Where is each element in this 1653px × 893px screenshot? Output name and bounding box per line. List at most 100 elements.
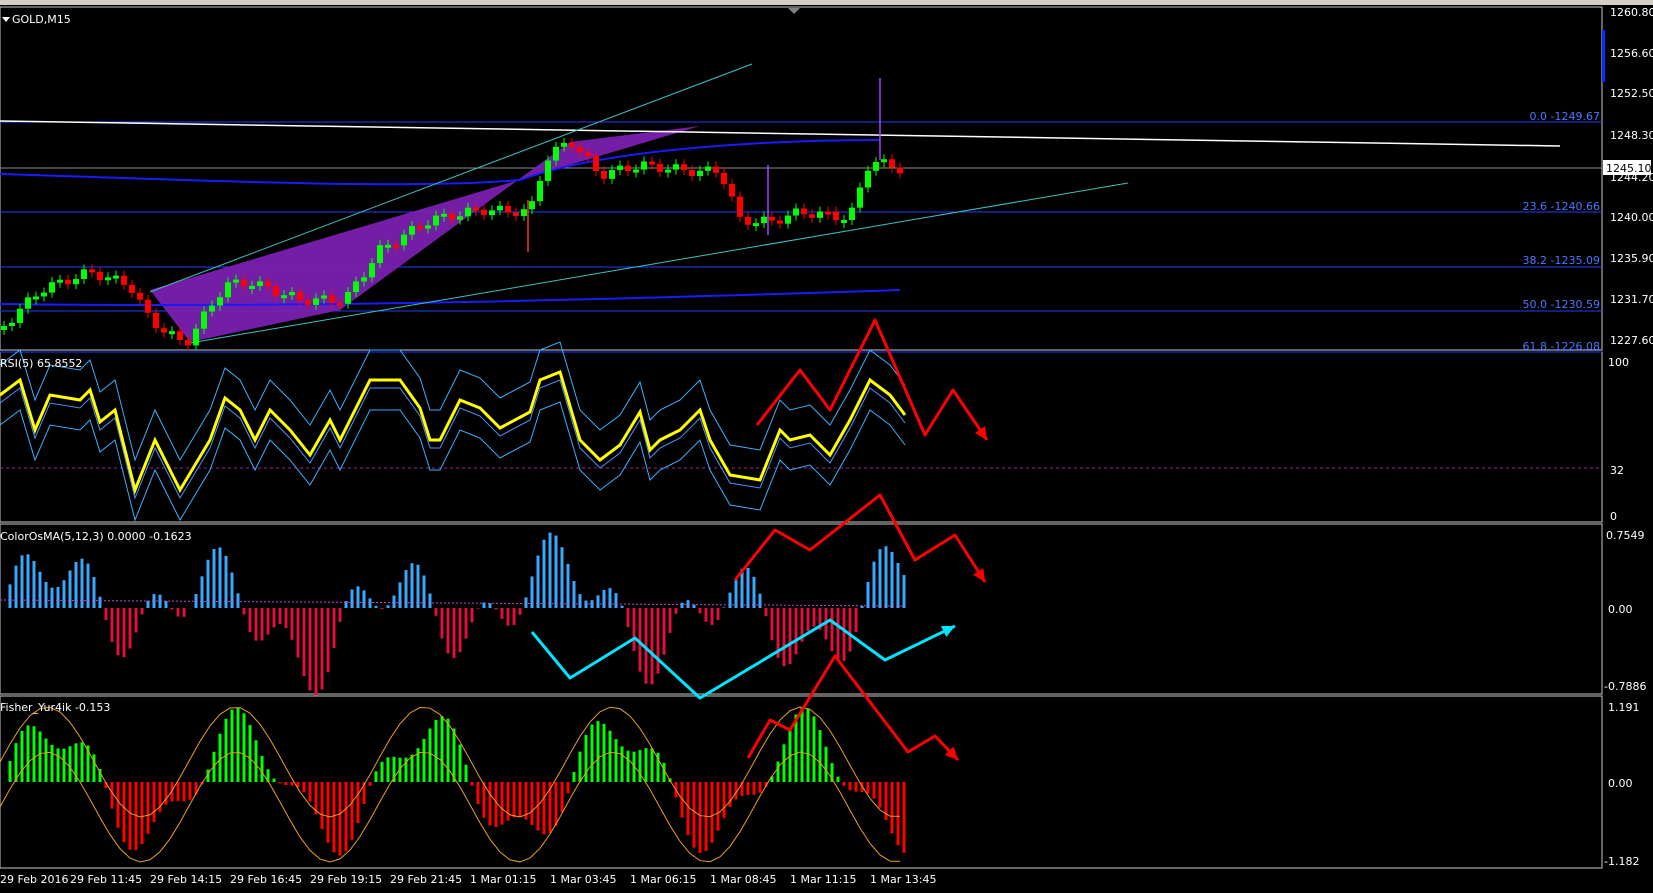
- candle-body: [1, 326, 7, 330]
- candle-body: [241, 279, 247, 287]
- fisher-bar: [374, 771, 378, 782]
- price-tick: 1227.60: [1610, 334, 1653, 347]
- candle-body: [505, 205, 511, 213]
- candle-body: [777, 220, 783, 224]
- menu-triangle-icon[interactable]: [2, 17, 10, 22]
- ma-blue: [0, 139, 881, 186]
- fisher-bar: [152, 782, 156, 823]
- fisher-bar: [530, 782, 534, 825]
- candle-body: [329, 295, 335, 303]
- osma-bar: [506, 608, 510, 626]
- candle-body: [817, 211, 823, 218]
- osma-bar: [890, 551, 894, 608]
- fisher-bar: [128, 782, 132, 850]
- candle-body: [401, 234, 407, 246]
- fisher-bar: [710, 782, 714, 843]
- candle-body: [521, 209, 527, 217]
- chart-shift-marker[interactable]: [788, 8, 800, 14]
- fisher-bar: [92, 754, 96, 782]
- candle-body: [689, 170, 695, 177]
- candle-body: [345, 291, 351, 304]
- fisher-bar: [440, 716, 444, 782]
- osma-bar: [542, 539, 546, 608]
- fisher-bar: [782, 744, 786, 782]
- fib-label: 61.8 -1226.08: [1523, 340, 1600, 353]
- fisher-bar: [422, 738, 426, 782]
- fib-label: 38.2 -1235.09: [1523, 254, 1600, 267]
- candle-body: [457, 216, 463, 220]
- osma-bar: [722, 607, 726, 608]
- rsi-axis-tick: 100: [1608, 356, 1629, 369]
- candle-body: [609, 170, 615, 179]
- fisher-bar: [650, 748, 654, 782]
- candle-body: [793, 208, 799, 216]
- candle-body: [449, 213, 455, 220]
- osma-bar: [902, 575, 906, 608]
- candle-body: [129, 284, 135, 293]
- candle-body: [169, 331, 175, 335]
- osma-bar: [548, 532, 552, 608]
- candle-body: [113, 275, 119, 279]
- fisher-bar: [428, 728, 432, 782]
- fisher-bar: [110, 782, 114, 809]
- osma-bar: [710, 608, 714, 625]
- osma-bar: [74, 561, 78, 608]
- candle-body: [89, 269, 95, 273]
- candle-body: [889, 159, 895, 168]
- osma-bar: [428, 593, 432, 608]
- osma-bar: [470, 608, 474, 623]
- osma-bar: [614, 593, 618, 608]
- fisher-bar: [332, 782, 336, 853]
- fib-label: 50.0 -1230.59: [1523, 298, 1600, 311]
- candle-body: [649, 161, 655, 165]
- osma-bar: [68, 570, 72, 608]
- candle-body: [729, 184, 735, 197]
- time-tick: 1 Mar 11:15: [790, 873, 856, 886]
- fisher-bar: [434, 719, 438, 782]
- osma-bar: [62, 580, 66, 608]
- chart-scrollbar[interactable]: [1602, 30, 1605, 82]
- fisher-bar: [230, 709, 234, 782]
- chart-canvas[interactable]: GOLD,M15 RSI(5) 65.8552 ColorOsMA(5,12,3…: [0, 0, 1653, 893]
- osma-bar: [302, 608, 306, 677]
- candle-body: [625, 165, 631, 172]
- arrow-fisher: [746, 654, 960, 762]
- fisher-bar: [260, 755, 264, 782]
- candle-body: [193, 328, 199, 346]
- osma-bar: [896, 563, 900, 608]
- fisher-bar: [368, 782, 372, 786]
- price-tick: 1256.60: [1610, 47, 1653, 60]
- candle-body: [673, 164, 679, 170]
- osma-bar: [314, 608, 318, 696]
- osma-bar: [656, 608, 660, 674]
- candle-body: [217, 297, 223, 306]
- candle-body: [41, 292, 47, 297]
- fisher-bar: [896, 782, 900, 846]
- osma-bar: [32, 561, 36, 608]
- candle-body: [473, 207, 479, 211]
- osma-bar: [86, 563, 90, 608]
- osma-bar: [98, 596, 102, 608]
- osma-bar: [266, 608, 270, 635]
- candle-body: [105, 277, 111, 281]
- candle-body: [201, 311, 207, 329]
- fisher-bar: [350, 782, 354, 840]
- osma-bar: [806, 608, 810, 632]
- fisher-bar: [146, 782, 150, 834]
- fisher-bar: [572, 772, 576, 782]
- osma-bar: [566, 563, 570, 608]
- fisher-bar: [590, 724, 594, 782]
- osma-bar: [290, 608, 294, 640]
- fisher-bar: [686, 782, 690, 836]
- fisher-bar: [20, 730, 24, 782]
- fisher-bar: [848, 782, 852, 791]
- fisher-bar: [320, 782, 324, 830]
- fisher-bar: [602, 723, 606, 782]
- candle-body: [313, 298, 319, 305]
- osma-bar: [278, 608, 282, 625]
- osma-bar: [836, 608, 840, 660]
- fisher-bar: [806, 708, 810, 782]
- osma-bar: [848, 608, 852, 652]
- osma-bar: [854, 608, 858, 632]
- osma-bar: [14, 565, 18, 608]
